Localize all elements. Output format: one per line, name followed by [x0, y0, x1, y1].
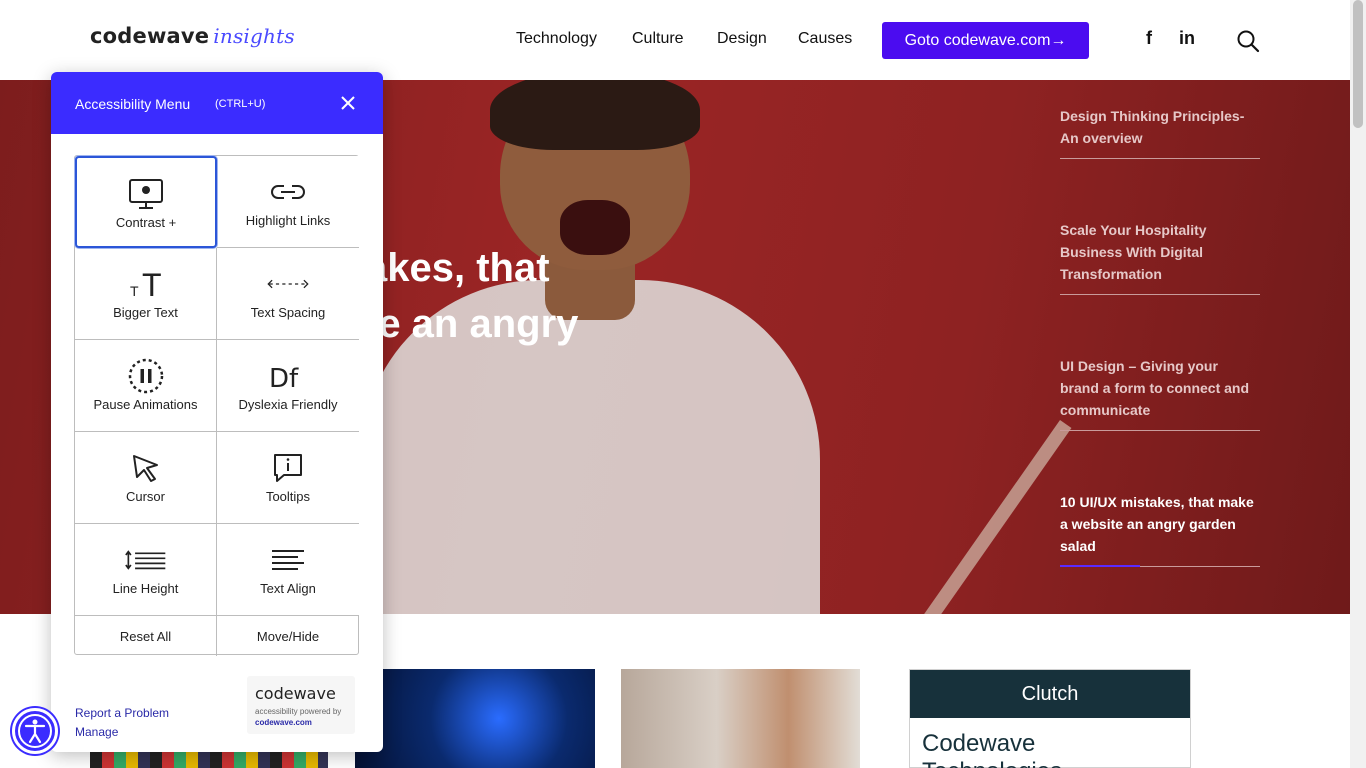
linkedin-icon[interactable]: in — [1179, 28, 1195, 49]
logo-main: codewave — [90, 24, 210, 48]
goto-codewave-button[interactable]: Goto codewave.com→ — [882, 22, 1089, 59]
side-post-2[interactable]: Scale Your Hospitality Business With Dig… — [1060, 219, 1260, 285]
tile-label: Bigger Text — [113, 305, 178, 320]
text-size-icon: TT — [125, 266, 167, 302]
codewave-brand-badge[interactable]: codewave accessibility powered by codewa… — [247, 676, 355, 734]
hero-photo-hair — [490, 80, 700, 150]
tile-label: Pause Animations — [93, 397, 198, 412]
manage-link[interactable]: Manage — [75, 723, 169, 742]
hero-photo-tablet — [910, 420, 1072, 614]
search-icon[interactable] — [1236, 29, 1260, 53]
cursor-button[interactable]: Cursor — [75, 432, 217, 524]
svg-text:T: T — [130, 283, 139, 299]
nav-design[interactable]: Design — [717, 30, 767, 48]
accessibility-menu-title: Accessibility Menu — [75, 96, 191, 112]
hero-title-line1: akes, that — [365, 246, 550, 290]
accessibility-footer-links: Report a Problem Manage — [75, 704, 169, 742]
accessibility-options-grid: Contrast + Highlight Links TT Bigger Tex… — [74, 155, 359, 656]
link-icon — [267, 174, 309, 210]
bigger-text-button[interactable]: TT Bigger Text — [75, 248, 217, 340]
article-card-image-1[interactable] — [90, 752, 328, 768]
page-scrollbar[interactable] — [1350, 0, 1366, 768]
report-problem-link[interactable]: Report a Problem — [75, 704, 169, 723]
text-align-button[interactable]: Text Align — [217, 524, 359, 616]
reset-all-button[interactable]: Reset All — [75, 616, 217, 656]
side-post-divider — [1060, 158, 1260, 159]
brand-name: codewave — [255, 684, 336, 703]
logo-accent: insights — [213, 24, 295, 48]
tile-label: Dyslexia Friendly — [238, 397, 338, 412]
tile-label: Cursor — [125, 489, 165, 504]
clutch-header: Clutch — [910, 670, 1190, 718]
article-card-image-2[interactable] — [355, 669, 595, 768]
accessibility-menu-shortcut: (CTRL+U) — [215, 98, 266, 110]
hero-title: akes, that te an angry — [365, 240, 578, 352]
pause-animations-button[interactable]: Pause Animations — [75, 340, 217, 432]
tile-label: Contrast + — [115, 215, 177, 230]
side-post-progress — [1060, 565, 1140, 567]
accessibility-launcher-button[interactable] — [12, 708, 58, 754]
article-card-image-3[interactable] — [621, 669, 860, 768]
tooltip-icon — [267, 450, 309, 486]
nav-causes[interactable]: Causes — [798, 30, 852, 48]
dyslexia-friendly-button[interactable]: Df Dyslexia Friendly — [217, 340, 359, 432]
side-post-divider — [1060, 430, 1260, 431]
monitor-icon — [125, 176, 167, 212]
cursor-icon — [125, 450, 167, 486]
tile-label: Highlight Links — [245, 213, 331, 228]
accessibility-icon — [18, 714, 52, 748]
accessibility-menu-header: Accessibility Menu (CTRL+U) — [51, 72, 383, 134]
brand-url: codewave.com — [255, 718, 312, 727]
hero-title-line2: te an angry — [365, 302, 579, 346]
tile-label: Tooltips — [265, 489, 311, 504]
clutch-company: Codewave Technologies — [922, 730, 1062, 768]
highlight-links-button[interactable]: Highlight Links — [217, 156, 359, 248]
svg-text:T: T — [142, 268, 162, 300]
nav-technology[interactable]: Technology — [516, 30, 597, 48]
line-height-button[interactable]: Line Height — [75, 524, 217, 616]
move-hide-button[interactable]: Move/Hide — [217, 616, 359, 656]
dyslexia-glyph: Df — [269, 364, 299, 392]
line-height-icon — [124, 542, 167, 578]
side-post-3[interactable]: UI Design – Giving your brand a form to … — [1060, 355, 1260, 421]
text-align-icon — [267, 542, 309, 578]
tooltips-button[interactable]: Tooltips — [217, 432, 359, 524]
site-logo[interactable]: codewave insights — [90, 24, 295, 48]
nav-culture[interactable]: Culture — [632, 30, 684, 48]
side-post-4-active[interactable]: 10 UI/UX mistakes, that make a website a… — [1060, 491, 1260, 557]
pause-icon — [125, 358, 167, 394]
close-icon[interactable] — [339, 94, 357, 112]
tile-label: Line Height — [112, 581, 179, 596]
clutch-widget[interactable]: Clutch Codewave Technologies — [909, 669, 1191, 768]
side-post-1[interactable]: Design Thinking Principles- An overview — [1060, 105, 1260, 149]
tile-label: Text Spacing — [250, 305, 326, 320]
brand-powered-by: accessibility powered by — [255, 707, 342, 716]
tile-label: Text Align — [260, 581, 316, 596]
site-header: codewave insights Technology Culture Desi… — [0, 0, 1350, 80]
accessibility-menu-panel: Accessibility Menu (CTRL+U) Contrast + H… — [51, 72, 383, 752]
facebook-icon[interactable]: f — [1146, 28, 1152, 49]
dyslexia-icon: Df — [267, 358, 309, 394]
contrast-button[interactable]: Contrast + — [75, 156, 217, 248]
text-spacing-button[interactable]: Text Spacing — [217, 248, 359, 340]
side-post-divider — [1060, 294, 1260, 295]
scrollbar-thumb[interactable] — [1353, 0, 1363, 128]
text-spacing-icon — [267, 266, 309, 302]
